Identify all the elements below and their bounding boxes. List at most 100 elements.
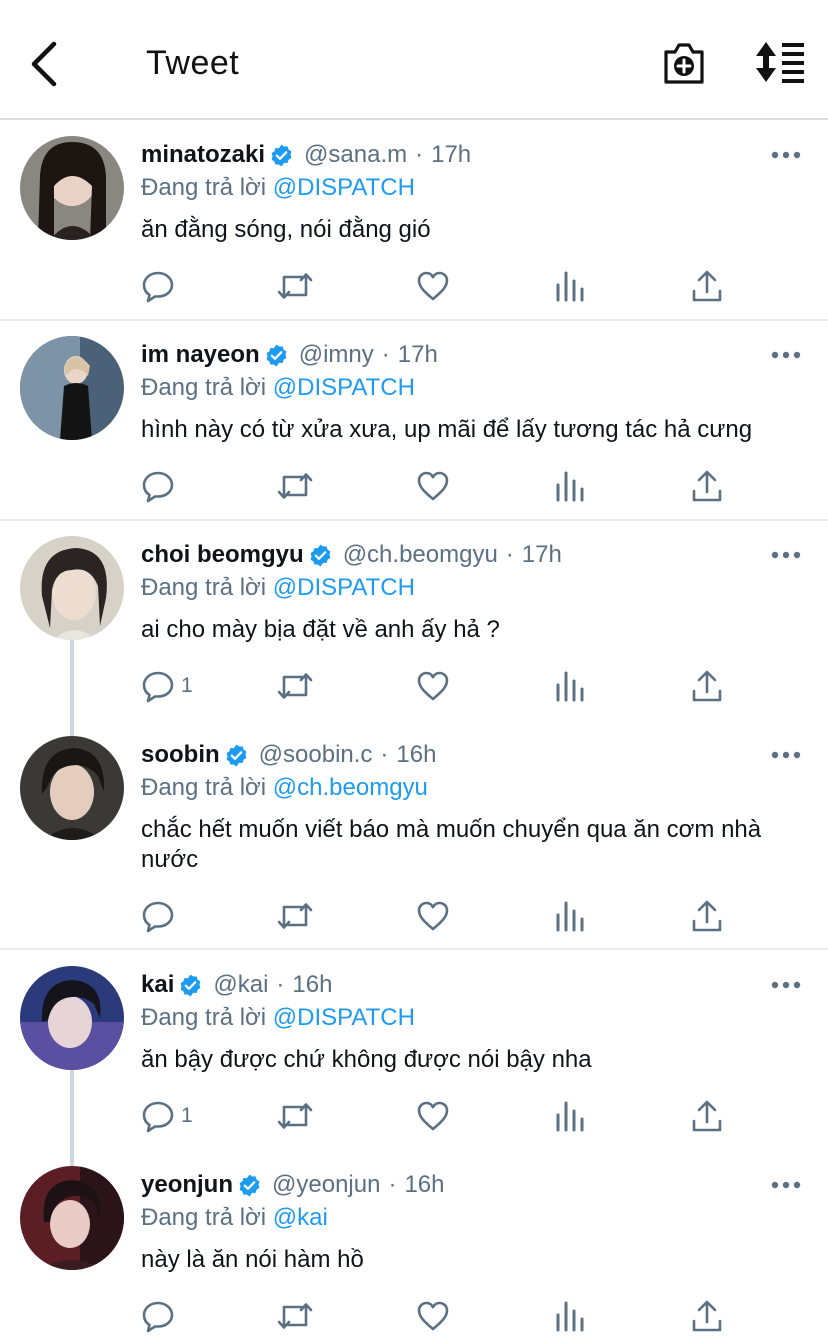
more-dots-icon: [771, 351, 801, 359]
heart-icon: [417, 471, 449, 501]
reply-bubble-icon: [142, 271, 174, 303]
avatar[interactable]: [20, 336, 124, 440]
tweet-item[interactable]: soobin @soobin.c · 16h Đang trả lời @ch.…: [0, 720, 828, 949]
retweet-icon: [277, 1303, 313, 1329]
retweet-button[interactable]: [276, 266, 314, 306]
share-button[interactable]: [690, 896, 724, 936]
chevron-left-icon: [31, 41, 57, 87]
reply-button[interactable]: 1: [141, 1096, 193, 1136]
separator-dot: ·: [381, 341, 390, 368]
retweet-button[interactable]: [276, 896, 314, 936]
replying-to: Đang trả lời @kai: [141, 1204, 328, 1232]
retweet-button[interactable]: [276, 1096, 314, 1136]
avatar[interactable]: [20, 1166, 124, 1270]
timestamp: 16h: [292, 971, 333, 998]
reply-bubble-icon: [142, 1101, 174, 1133]
mention-link[interactable]: @DISPATCH: [273, 174, 415, 201]
timestamp: 17h: [521, 541, 562, 568]
reply-count: 1: [181, 1104, 193, 1127]
user-name[interactable]: soobin: [141, 741, 220, 769]
more-dots-icon: [771, 151, 801, 159]
timestamp: 16h: [396, 741, 437, 768]
tweet-item[interactable]: minatozaki @sana.m · 17h Đang trả lời @D…: [0, 120, 828, 320]
retweet-icon: [277, 273, 313, 299]
user-handle[interactable]: @ch.beomgyu: [343, 541, 498, 569]
share-upload-icon: [692, 670, 722, 702]
replying-to-label: Đang trả lời: [141, 574, 267, 601]
retweet-button[interactable]: [276, 1296, 314, 1336]
reply-button[interactable]: 1: [141, 666, 193, 706]
reply-button[interactable]: [141, 896, 181, 936]
sort-button[interactable]: [754, 40, 806, 84]
separator-dot: ·: [276, 971, 285, 998]
user-handle[interactable]: @yeonjun: [272, 1171, 380, 1199]
camera-button[interactable]: [662, 40, 706, 86]
more-button[interactable]: [770, 148, 802, 162]
user-name[interactable]: im nayeon: [141, 341, 260, 369]
tweet-item[interactable]: yeonjun @yeonjun · 16h Đang trả lời @kai…: [0, 1150, 828, 1343]
like-button[interactable]: [416, 266, 450, 306]
back-button[interactable]: [22, 38, 66, 90]
timestamp: 17h: [397, 341, 438, 368]
user-handle[interactable]: @kai: [213, 971, 268, 999]
share-button[interactable]: [690, 1296, 724, 1336]
mention-link[interactable]: @DISPATCH: [273, 374, 415, 401]
share-upload-icon: [692, 270, 722, 302]
tweet-item[interactable]: im nayeon @imny · 17h Đang trả lời @DISP…: [0, 320, 828, 520]
replying-to-label: Đang trả lời: [141, 1204, 267, 1231]
reply-button[interactable]: [141, 266, 181, 306]
tweet-item[interactable]: choi beomgyu @ch.beomgyu · 17h Đang trả …: [0, 520, 828, 720]
mention-link[interactable]: @kai: [273, 1204, 328, 1231]
page-title: Tweet: [146, 44, 240, 82]
avatar[interactable]: [20, 536, 124, 640]
user-name[interactable]: minatozaki: [141, 141, 265, 169]
more-button[interactable]: [770, 1178, 802, 1192]
avatar[interactable]: [20, 736, 124, 840]
share-button[interactable]: [690, 666, 724, 706]
mention-link[interactable]: @ch.beomgyu: [273, 774, 428, 801]
analytics-button[interactable]: [554, 1296, 586, 1336]
timestamp: 16h: [404, 1171, 445, 1198]
replying-to: Đang trả lời @DISPATCH: [141, 174, 415, 202]
share-button[interactable]: [690, 1096, 724, 1136]
more-button[interactable]: [770, 348, 802, 362]
share-upload-icon: [692, 1100, 722, 1132]
tweet-header: kai @kai · 16h: [141, 967, 332, 1003]
reply-button[interactable]: [141, 1296, 181, 1336]
like-button[interactable]: [416, 1296, 450, 1336]
retweet-button[interactable]: [276, 466, 314, 506]
verified-badge-icon: [180, 974, 201, 996]
mention-link[interactable]: @DISPATCH: [273, 1004, 415, 1031]
like-button[interactable]: [416, 466, 450, 506]
replying-to-label: Đang trả lời: [141, 374, 267, 401]
analytics-button[interactable]: [554, 266, 586, 306]
more-button[interactable]: [770, 548, 802, 562]
user-handle[interactable]: @soobin.c: [259, 741, 373, 769]
share-button[interactable]: [690, 266, 724, 306]
analytics-button[interactable]: [554, 466, 586, 506]
like-button[interactable]: [416, 896, 450, 936]
user-name[interactable]: choi beomgyu: [141, 541, 304, 569]
more-button[interactable]: [770, 978, 802, 992]
analytics-button[interactable]: [554, 1096, 586, 1136]
more-button[interactable]: [770, 748, 802, 762]
tweet-text: ăn đằng sóng, nói đằng gió: [141, 216, 431, 243]
like-button[interactable]: [416, 1096, 450, 1136]
avatar[interactable]: [20, 136, 124, 240]
retweet-button[interactable]: [276, 666, 314, 706]
mention-link[interactable]: @DISPATCH: [273, 574, 415, 601]
user-name[interactable]: kai: [141, 971, 174, 999]
reply-bubble-icon: [142, 471, 174, 503]
user-name[interactable]: yeonjun: [141, 1171, 233, 1199]
tweet-item[interactable]: kai @kai · 16h Đang trả lời @DISPATCH ăn…: [0, 950, 828, 1150]
analytics-button[interactable]: [554, 896, 586, 936]
user-handle[interactable]: @imny: [299, 341, 374, 369]
avatar[interactable]: [20, 966, 124, 1070]
reply-button[interactable]: [141, 466, 181, 506]
user-handle[interactable]: @sana.m: [304, 141, 407, 169]
tweet-text: ăn bậy được chứ không được nói bậy nha: [141, 1046, 592, 1073]
share-button[interactable]: [690, 466, 724, 506]
like-button[interactable]: [416, 666, 450, 706]
retweet-icon: [277, 1103, 313, 1129]
analytics-button[interactable]: [554, 666, 586, 706]
